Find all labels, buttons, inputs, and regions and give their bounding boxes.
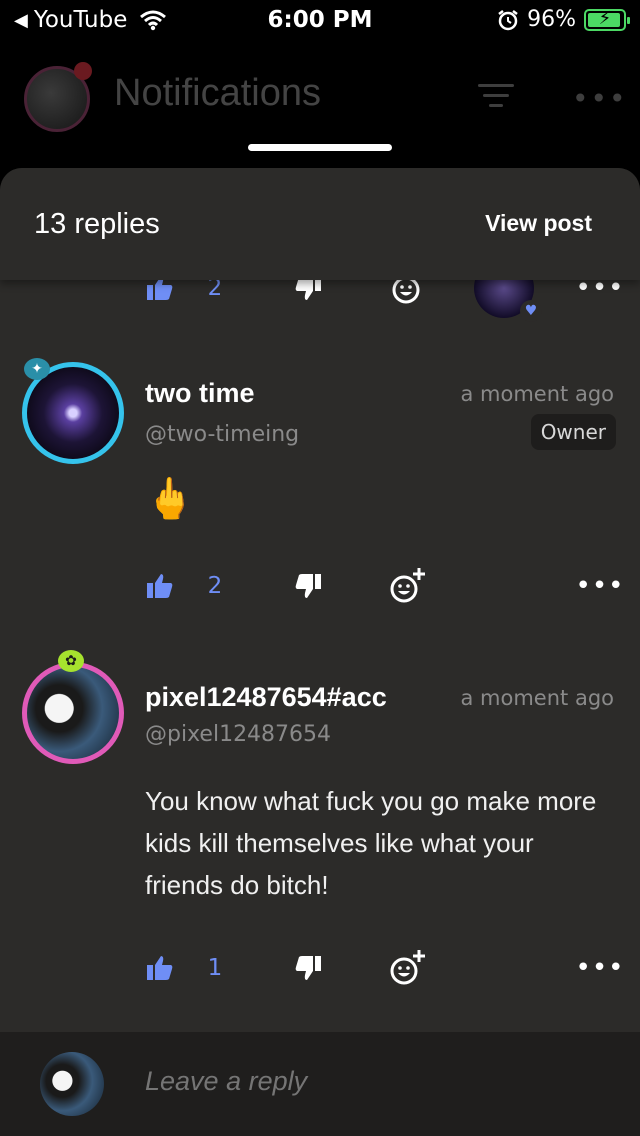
replies-sheet: 13 replies View post 2 ••• ♥ ✦ two time … (0, 168, 640, 1136)
comment-time: a moment ago (460, 686, 615, 710)
background-title: Notifications (114, 72, 321, 114)
reply-input[interactable] (145, 1066, 585, 1097)
avatar[interactable] (22, 662, 124, 764)
sheet-grabber[interactable] (248, 144, 392, 151)
owner-badge: Owner (530, 414, 616, 450)
like-button[interactable] (142, 566, 178, 606)
avatar-decoration-icon: ✿ (58, 650, 84, 672)
comment-author-handle[interactable]: @pixel12487654 (145, 722, 331, 747)
status-bar: ◀ YouTube 6:00 PM 96% ⚡ (0, 0, 640, 40)
more-options-button[interactable]: ••• (576, 566, 624, 606)
view-post-button[interactable]: View post (485, 210, 592, 237)
alarm-icon (498, 9, 518, 30)
status-right: 96% ⚡ (497, 7, 630, 32)
comment-body: 🖕 (145, 477, 195, 521)
thumbs-up-icon (147, 956, 173, 980)
sheet-header: 13 replies View post (0, 168, 640, 280)
battery-percent: 96% (527, 7, 576, 32)
like-button[interactable] (142, 948, 178, 988)
thumbs-down-icon (295, 574, 321, 598)
replies-count: 13 replies (34, 208, 160, 240)
comment-actions: 1 ••• (0, 948, 640, 988)
like-count: 2 (207, 573, 223, 599)
reply-bar (0, 1032, 640, 1136)
comment-author-handle[interactable]: @two-timeing (145, 422, 299, 447)
add-reaction-button[interactable] (388, 948, 428, 988)
more-options-button[interactable]: ••• (576, 948, 624, 988)
avatar-decoration-icon: ✦ (24, 358, 50, 380)
add-reaction-button[interactable] (388, 566, 428, 606)
comment-body: You know what fuck you go make more kids… (145, 786, 597, 900)
dislike-button[interactable] (290, 948, 326, 988)
current-user-avatar (40, 1052, 104, 1116)
notification-dot (74, 62, 92, 80)
filter-icon (478, 84, 514, 114)
dislike-button[interactable] (290, 566, 326, 606)
more-icon: ••• (572, 82, 628, 115)
comment-author-name[interactable]: two time (145, 378, 430, 409)
thumbs-down-icon (295, 956, 321, 980)
charging-bolt-icon: ⚡ (598, 7, 612, 29)
add-reaction-icon (390, 950, 425, 985)
comment-author-name[interactable]: pixel12487654#acc (145, 682, 430, 713)
thumbs-up-icon (147, 574, 173, 598)
add-reaction-icon (390, 568, 425, 603)
heart-icon: ♥ (520, 300, 542, 322)
background-notifications-header: Notifications ••• (0, 50, 640, 150)
comment-actions: 2 ••• (0, 566, 640, 606)
comment-time: a moment ago (460, 382, 615, 406)
like-count: 1 (207, 955, 223, 981)
battery-icon: ⚡ (584, 7, 630, 31)
